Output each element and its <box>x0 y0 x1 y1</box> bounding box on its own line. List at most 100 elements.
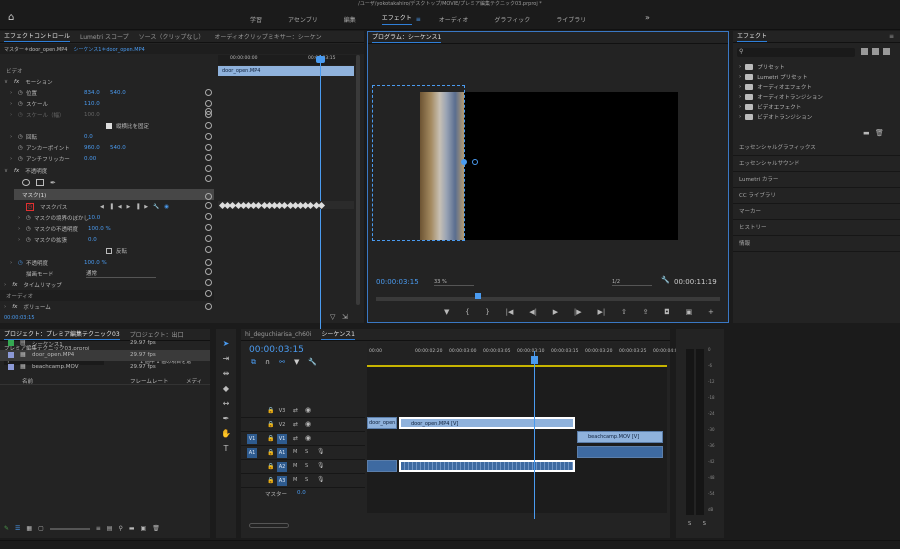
effects-folder[interactable]: › プリセット <box>739 62 785 72</box>
track-target[interactable]: V1 <box>277 434 287 444</box>
audio-clip-door-open[interactable] <box>399 460 575 472</box>
mute-button[interactable]: M <box>293 477 297 483</box>
add-marker-icon[interactable]: ▼ <box>294 358 299 367</box>
tab-audio-clip-mixer[interactable]: オーディオクリップミキサー：シーケン <box>214 32 321 41</box>
mask-expansion-value[interactable]: 0.0 <box>88 237 97 243</box>
volume-row[interactable]: › fx ボリューム <box>0 301 214 312</box>
step-forward-icon[interactable]: |▶ <box>574 308 582 320</box>
timeline-playhead-handle[interactable] <box>531 356 538 364</box>
workspace-tab-3[interactable]: エフェクト <box>381 13 412 25</box>
track-lock-icon[interactable]: 🔒 <box>267 421 274 428</box>
track-select-tool-icon[interactable]: ⇥ <box>221 354 231 364</box>
track-lock-icon[interactable]: 🔒 <box>267 477 274 484</box>
effects-search-input[interactable]: ⚲ <box>737 48 855 57</box>
lift-icon[interactable]: ⇧ <box>621 308 627 320</box>
eye-icon[interactable]: ◉ <box>305 406 311 414</box>
reset-parameter-icon[interactable] <box>205 202 212 209</box>
col-name[interactable]: 名前 <box>22 377 33 385</box>
mask-feather-value[interactable]: 10.0 <box>88 215 100 221</box>
stopwatch-icon[interactable]: ◷ <box>18 112 26 118</box>
new-bin-icon[interactable]: ▬ <box>129 525 135 532</box>
clip-door-open[interactable]: door_open.MP4 [V] <box>399 417 575 429</box>
effects-section-header[interactable]: 情報 <box>733 237 900 252</box>
effects-section-header[interactable]: ヒストリー <box>733 221 900 236</box>
slip-tool-icon[interactable]: ↔ <box>221 399 231 409</box>
fx-badge[interactable]: fx <box>14 168 19 174</box>
stopwatch-icon[interactable]: ◷ <box>18 156 26 162</box>
clip-beachcamp[interactable]: beachcamp.MOV [V] <box>577 431 663 443</box>
reset-parameter-icon[interactable] <box>205 122 212 129</box>
stopwatch-icon[interactable]: ◷ <box>26 226 34 232</box>
mute-button[interactable]: M <box>293 449 297 455</box>
project-item[interactable]: ▦ door_open.MP4 29.97 fps <box>0 350 210 361</box>
workspace-tab-6[interactable]: ライブラリ <box>556 15 586 24</box>
expand-icon[interactable]: › <box>739 94 741 100</box>
rectangle-mask-icon[interactable] <box>36 179 44 186</box>
effects-folder[interactable]: › Lumetri プリセット <box>739 72 808 82</box>
track-header[interactable]: 🔒 A3 M S 🎙 <box>241 475 365 488</box>
reset-parameter-icon[interactable] <box>205 279 212 286</box>
extract-icon[interactable]: ⇪ <box>643 308 649 320</box>
sequence-clip-label[interactable]: シーケンス1＊door_open.MP4 <box>73 46 144 53</box>
ec-clip-bar[interactable]: door_open.MP4 <box>218 66 354 76</box>
stopwatch-icon[interactable]: ◷ <box>26 237 34 243</box>
master-clip-label[interactable]: マスター＊door_open.MP4 <box>4 46 67 53</box>
reset-parameter-icon[interactable] <box>205 213 212 220</box>
effects-title[interactable]: エフェクト <box>737 31 768 42</box>
audio-clip-prev[interactable] <box>367 460 397 472</box>
expand-icon[interactable]: › <box>18 237 26 243</box>
tab-sequence-hi[interactable]: hi_deguchiarisa_ch60i <box>245 331 311 338</box>
flicker-value[interactable]: 0.00 <box>84 156 96 162</box>
reset-parameter-icon[interactable] <box>205 165 212 172</box>
sync-lock-icon[interactable]: ⇄ <box>293 407 298 414</box>
scale-value[interactable]: 110.0 <box>84 101 100 107</box>
eye-icon[interactable]: ◉ <box>305 434 311 442</box>
reset-parameter-icon[interactable] <box>205 100 212 107</box>
col-fps[interactable]: フレームレート <box>130 377 168 385</box>
program-scrubber[interactable] <box>376 297 720 301</box>
expand-icon[interactable]: › <box>739 104 741 110</box>
expand-icon[interactable]: › <box>10 90 18 96</box>
effects-section-header[interactable]: エッセンシャルグラフィックス <box>733 141 900 156</box>
program-playhead[interactable] <box>475 293 481 299</box>
hand-tool-icon[interactable]: ✋ <box>221 429 231 439</box>
workspace-menu-icon[interactable]: ≡ <box>416 16 421 23</box>
add-button-icon[interactable]: + <box>708 308 714 320</box>
camera-icon[interactable]: ◘ <box>664 308 670 320</box>
effects-section-header[interactable]: CC ライブラリ <box>733 189 900 204</box>
mask-outline[interactable] <box>372 85 465 241</box>
pen-tool-icon[interactable]: ✒ <box>50 179 56 187</box>
expand-icon[interactable]: › <box>10 156 18 162</box>
expand-icon[interactable]: › <box>18 215 26 221</box>
type-tool-icon[interactable]: T <box>221 444 231 454</box>
step-back-icon[interactable]: ◀| <box>529 308 537 320</box>
eye-icon[interactable]: ◉ <box>305 420 311 428</box>
icon-view-icon[interactable]: ▦ <box>26 525 32 532</box>
track-header[interactable]: 🔒 A2 M S 🎙 <box>241 461 365 474</box>
tab-sequence-1[interactable]: シーケンス1 <box>321 329 355 340</box>
program-timecode[interactable]: 00:00:03:15 <box>376 278 419 286</box>
mask-feather-handle[interactable] <box>472 159 478 165</box>
rotation-value[interactable]: 0.0 <box>84 134 93 140</box>
ellipse-mask-icon[interactable] <box>22 179 30 186</box>
ec-playhead-handle[interactable] <box>316 56 325 63</box>
fx-badge[interactable]: fx <box>12 304 17 310</box>
32bit-effects-icon[interactable] <box>872 48 879 55</box>
audio-clip-beachcamp[interactable] <box>577 446 663 458</box>
timeline-ruler[interactable]: 00:00 00:00:02:20 00:00:03:00 00:00:03:05 00… <box>367 343 680 367</box>
master-volume[interactable]: 0.0 <box>297 490 306 498</box>
anchor-y[interactable]: 540.0 <box>110 145 126 151</box>
stopwatch-icon[interactable]: ◷ <box>18 260 26 266</box>
new-bin-icon[interactable]: ▬ <box>863 129 870 137</box>
reset-parameter-icon[interactable] <box>205 303 212 310</box>
reset-parameter-icon[interactable] <box>205 154 212 161</box>
scale-width-value[interactable]: 100.0 <box>84 112 100 118</box>
reset-parameter-icon[interactable] <box>205 133 212 140</box>
track-lock-icon[interactable]: 🔒 <box>267 463 274 470</box>
yuv-effects-icon[interactable] <box>883 48 890 55</box>
track-target[interactable]: A3 <box>277 476 287 486</box>
stopwatch-icon[interactable]: ◷ <box>18 101 26 107</box>
track-target[interactable]: V3 <box>277 406 287 416</box>
sync-lock-icon[interactable]: ⇄ <box>293 421 298 428</box>
expand-icon[interactable]: › <box>739 74 741 80</box>
